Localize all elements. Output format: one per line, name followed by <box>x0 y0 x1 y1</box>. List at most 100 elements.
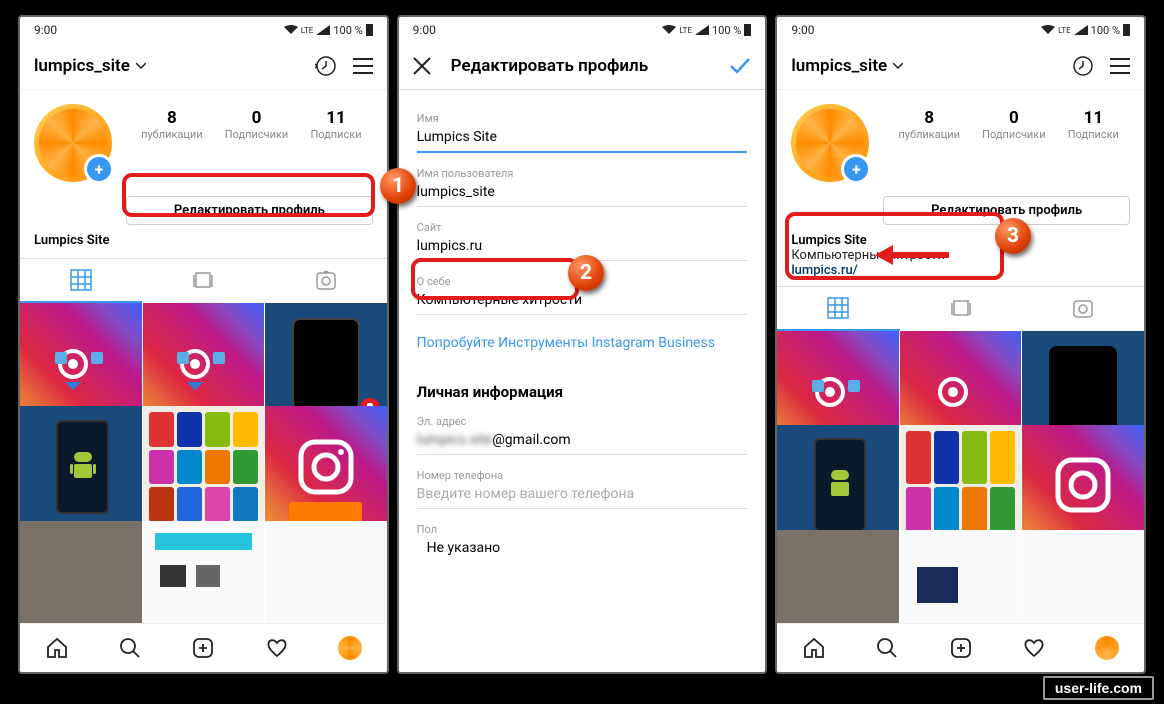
heart-icon <box>265 636 289 660</box>
post-thumbnail[interactable] <box>143 406 265 528</box>
nav-add[interactable] <box>167 624 240 672</box>
annotation-marker-1: 1 <box>380 168 416 204</box>
profile-tabs <box>777 286 1144 331</box>
post-thumbnail[interactable] <box>20 406 142 528</box>
stat-following[interactable]: 11Подписки <box>310 108 361 182</box>
username-dropdown[interactable]: lumpics_site <box>34 56 146 76</box>
nav-activity[interactable] <box>240 624 313 672</box>
email-label: Эл. адрес <box>417 415 748 428</box>
signal-icon <box>316 25 330 35</box>
post-thumbnail[interactable] <box>1022 425 1144 547</box>
nav-activity[interactable] <box>997 624 1070 672</box>
grid-icon <box>70 269 92 291</box>
username-label: Имя пользователя <box>417 167 748 180</box>
stat-followers[interactable]: 0Подписчики <box>225 108 288 182</box>
close-icon[interactable] <box>413 57 431 75</box>
feed-icon <box>193 270 213 290</box>
tab-grid[interactable] <box>20 259 142 303</box>
edit-profile-button[interactable]: Редактировать профиль <box>126 196 373 225</box>
email-input[interactable]: lumpics.site@gmail.com <box>417 428 748 455</box>
posts-grid <box>777 331 1144 623</box>
status-icons: LTE 100 % <box>284 24 373 37</box>
tab-grid[interactable] <box>777 287 899 331</box>
post-thumbnail[interactable] <box>265 406 387 528</box>
status-bar: 9:00 LTE100 % <box>399 17 766 43</box>
phone-screen-profile-before: 9:00 LTE 100 % lumpics_site + 8публикац <box>18 15 389 674</box>
confirm-icon[interactable] <box>729 57 751 75</box>
bio-text: Компьютерные хитрости <box>777 248 1144 263</box>
post-thumbnail[interactable] <box>20 521 142 623</box>
wifi-icon <box>284 25 298 35</box>
stats-row: 8публикации 0Подписчики 11Подписки <box>130 108 373 182</box>
status-bar: 9:00 LTE100 % <box>777 17 1144 43</box>
stat-followers[interactable]: 0Подписчики <box>982 108 1045 182</box>
nav-add[interactable] <box>924 624 997 672</box>
edit-profile-header: Редактировать профиль <box>399 43 766 90</box>
phone-input[interactable]: Введите номер вашего телефона <box>417 482 748 509</box>
chevron-down-icon <box>136 63 146 69</box>
phone-screen-profile-after: 9:00 LTE100 % lumpics_site + 8публикации… <box>775 15 1146 674</box>
post-thumbnail[interactable] <box>1022 530 1144 623</box>
avatar[interactable]: + <box>34 104 112 182</box>
watermark: user-life.com <box>1043 676 1154 700</box>
post-thumbnail[interactable] <box>900 530 1022 623</box>
status-time: 9:00 <box>34 23 57 37</box>
annotation-marker-2: 2 <box>568 255 604 291</box>
business-tools-link[interactable]: Попробуйте Инструменты Instagram Busines… <box>417 315 748 371</box>
search-icon <box>118 636 142 660</box>
profile-header: lumpics_site <box>20 43 387 90</box>
name-label: Имя <box>417 112 748 125</box>
post-thumbnail[interactable] <box>777 530 899 623</box>
profile-tabs <box>20 258 387 303</box>
tab-tagged[interactable] <box>264 259 386 301</box>
phone-label: Номер телефона <box>417 469 748 482</box>
add-story-icon[interactable]: + <box>84 154 114 184</box>
home-icon <box>45 636 69 660</box>
nav-home[interactable] <box>20 624 93 672</box>
display-name: Lumpics Site <box>777 233 1144 248</box>
battery-icon <box>366 24 373 36</box>
post-thumbnail[interactable] <box>265 521 387 623</box>
personal-info-title: Личная информация <box>417 371 748 401</box>
bio-input[interactable]: Компьютерные хитрости <box>417 288 748 315</box>
phone-screen-edit-profile: 9:00 LTE100 % Редактировать профиль Имя … <box>397 15 768 674</box>
edit-title: Редактировать профиль <box>451 56 710 76</box>
add-post-icon <box>191 636 215 660</box>
annotation-marker-3: 3 <box>995 218 1031 254</box>
gender-input[interactable]: Не указано <box>417 536 748 562</box>
posts-grid <box>20 303 387 623</box>
stat-posts[interactable]: 8публикации <box>898 108 960 182</box>
stat-posts[interactable]: 8публикации <box>141 108 203 182</box>
nav-profile[interactable] <box>313 624 386 672</box>
bottom-nav <box>777 623 1144 672</box>
archive-icon[interactable] <box>315 55 337 77</box>
stat-following[interactable]: 11Подписки <box>1068 108 1119 182</box>
bottom-nav <box>20 623 387 672</box>
post-thumbnail[interactable] <box>900 425 1022 547</box>
username-dropdown[interactable]: lumpics_site <box>791 56 903 76</box>
display-name: Lumpics Site <box>20 233 387 248</box>
profile-header: lumpics_site <box>777 43 1144 90</box>
add-story-icon[interactable]: + <box>841 154 871 184</box>
username-input[interactable]: lumpics_site <box>417 180 748 207</box>
menu-icon[interactable] <box>353 58 373 74</box>
tab-feed[interactable] <box>142 259 264 301</box>
status-bar: 9:00 LTE 100 % <box>20 17 387 43</box>
nav-profile[interactable] <box>1071 624 1144 672</box>
website-label: Сайт <box>417 221 748 234</box>
post-thumbnail[interactable] <box>143 521 265 623</box>
tagged-icon <box>315 269 337 291</box>
tab-feed[interactable] <box>900 287 1022 329</box>
archive-icon[interactable] <box>1072 55 1094 77</box>
website-link[interactable]: lumpics.ru/ <box>777 263 1144 286</box>
name-input[interactable]: Lumpics Site <box>417 125 748 153</box>
stats-row: 8публикации 0Подписчики 11Подписки <box>887 108 1130 182</box>
nav-home[interactable] <box>777 624 850 672</box>
nav-search[interactable] <box>851 624 924 672</box>
post-thumbnail[interactable] <box>777 425 899 547</box>
menu-icon[interactable] <box>1110 58 1130 74</box>
avatar[interactable]: + <box>791 104 869 182</box>
chevron-down-icon <box>893 63 903 69</box>
nav-search[interactable] <box>93 624 166 672</box>
tab-tagged[interactable] <box>1022 287 1144 329</box>
